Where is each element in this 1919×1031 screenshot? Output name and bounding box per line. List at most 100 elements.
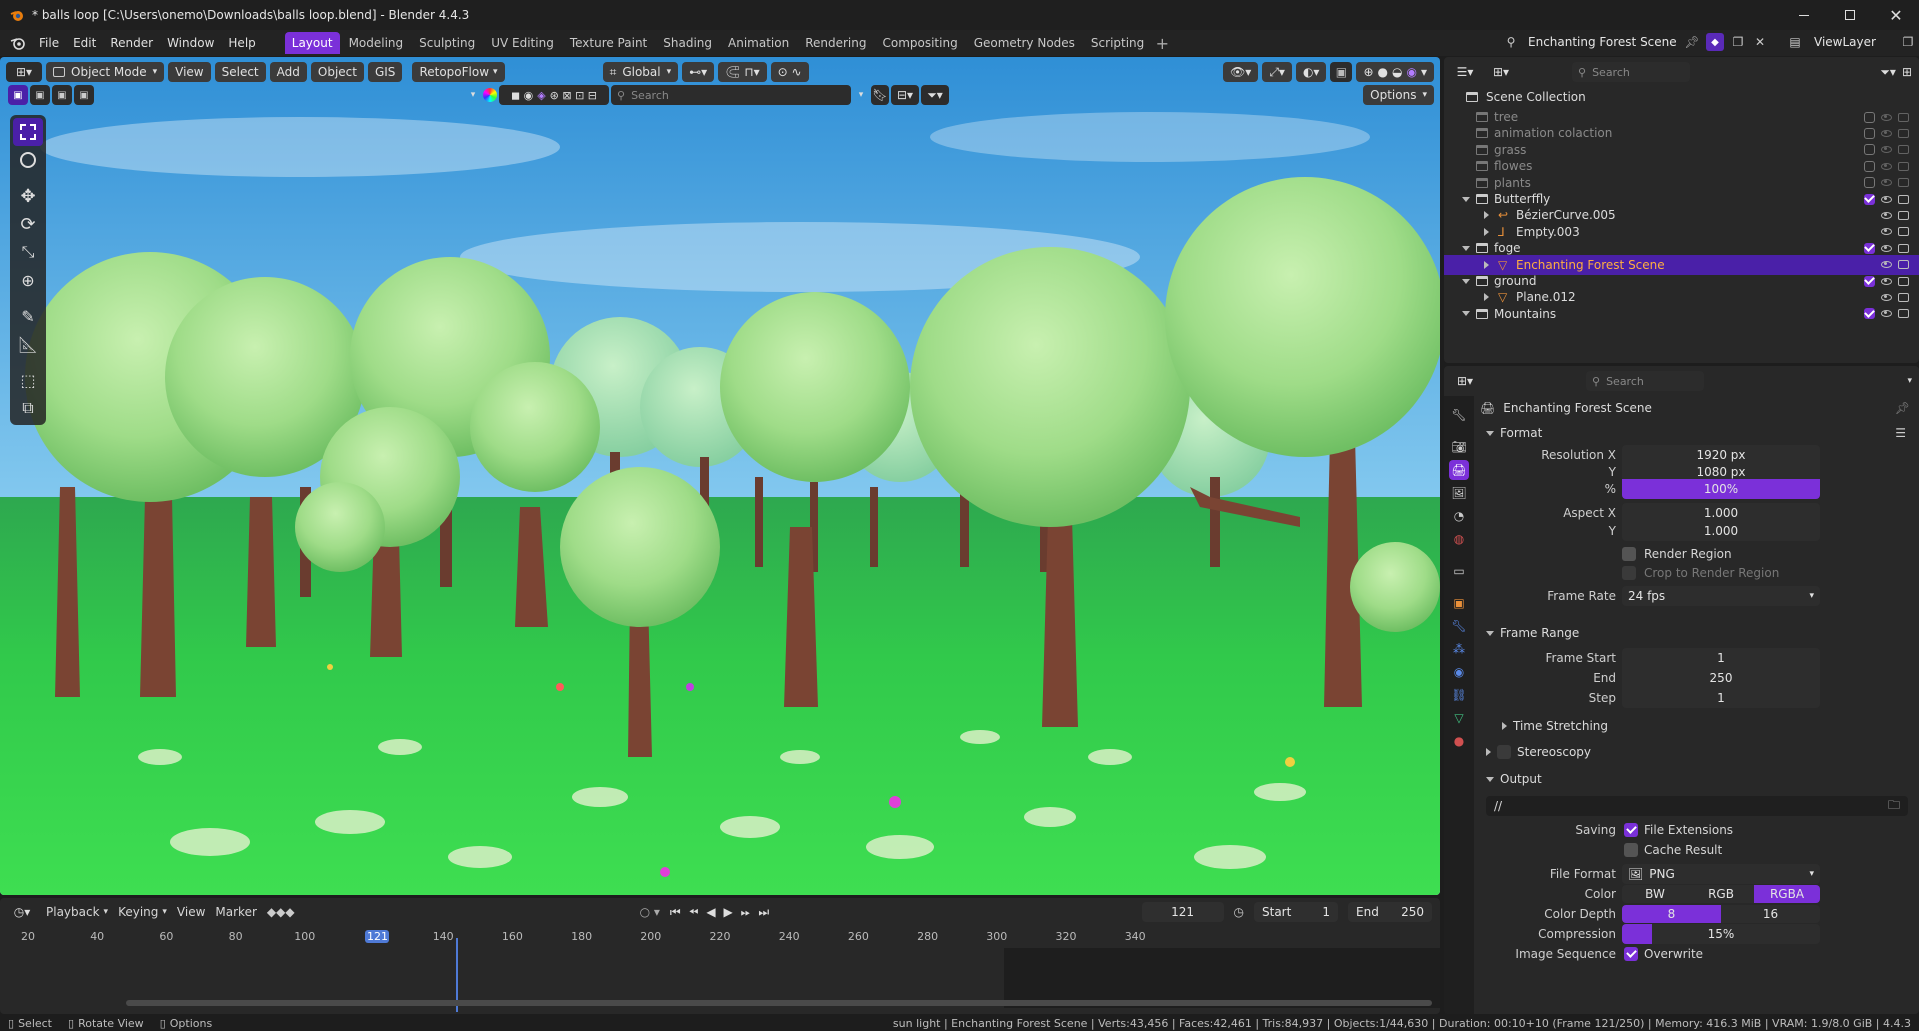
depth-8-option[interactable]: 8 xyxy=(1622,905,1721,923)
visibility-eye-icon[interactable] xyxy=(1881,244,1892,252)
maximize-icon[interactable] xyxy=(1827,0,1873,30)
delete-scene-icon[interactable]: ✕ xyxy=(1752,35,1768,49)
visibility-eye-icon[interactable] xyxy=(1881,228,1892,236)
editor-type-icon[interactable]: ⊞▾ xyxy=(6,62,42,82)
outliner-search-field[interactable]: ⚲ Search xyxy=(1572,62,1690,82)
render-region-checkbox[interactable] xyxy=(1622,547,1636,561)
aspect-x-field[interactable]: 1.000 xyxy=(1622,503,1820,523)
scale-tool-icon[interactable]: ⤡ xyxy=(13,238,43,266)
end-frame-field[interactable]: End 250 xyxy=(1348,902,1432,922)
select-extend-icon[interactable]: ▣ xyxy=(30,85,50,105)
exclude-checkbox[interactable] xyxy=(1864,242,1875,254)
workspace-tab-shading[interactable]: Shading xyxy=(656,32,719,54)
bookmark-icon[interactable]: 🔖︎ xyxy=(871,85,889,105)
stereoscopy-panel-header[interactable]: Stereoscopy xyxy=(1486,742,1906,762)
file-format-dropdown[interactable]: 🖼︎ PNG ▾ xyxy=(1622,864,1820,884)
new-scene-icon[interactable]: ❐ xyxy=(1730,35,1746,49)
pivot-point-icon[interactable]: ⊷▾ xyxy=(682,62,715,82)
properties-search-field[interactable]: ⚲ Search xyxy=(1586,371,1704,391)
resolution-percent-slider[interactable]: 100% xyxy=(1622,479,1820,499)
display-mode-icon[interactable]: ⊞▾ xyxy=(1486,65,1516,79)
visibility-eye-icon[interactable] xyxy=(1881,146,1892,154)
render-camera-icon[interactable] xyxy=(1898,145,1909,155)
workspace-tab-texture-paint[interactable]: Texture Paint xyxy=(563,32,654,54)
physics-tab-icon[interactable]: ◉ xyxy=(1449,662,1469,682)
folder-icon[interactable]: 🗀 xyxy=(1888,796,1900,817)
exclude-checkbox[interactable] xyxy=(1864,160,1875,172)
aspect-y-field[interactable]: 1.000 xyxy=(1622,521,1820,541)
jump-keyframe-forward-icon[interactable]: ⏩︎ xyxy=(741,905,751,920)
outliner-editor-type-icon[interactable]: ☰▾ xyxy=(1450,65,1480,79)
select-subtract-icon[interactable]: ▣ xyxy=(52,85,72,105)
minimize-icon[interactable] xyxy=(1781,0,1827,30)
object-menu[interactable]: Object xyxy=(310,62,364,82)
workspace-tab-sculpting[interactable]: Sculpting xyxy=(412,32,482,54)
close-icon[interactable]: ✕ xyxy=(1873,0,1919,30)
workspace-tab-modeling[interactable]: Modeling xyxy=(342,32,411,54)
color-bw-option[interactable]: BW xyxy=(1622,885,1688,903)
outliner-row[interactable]: Mountains xyxy=(1444,304,1919,324)
output-panel-header[interactable]: Output xyxy=(1486,768,1906,790)
retopoflow-menu[interactable]: RetopoFlow ▾ xyxy=(412,62,505,82)
play-icon[interactable]: ▶ xyxy=(724,905,733,919)
gizmo-icon[interactable]: ⤢▾ xyxy=(1262,62,1292,82)
timeline-view-menu[interactable]: View xyxy=(177,905,205,919)
new-collection-icon[interactable]: ⊞ xyxy=(1902,65,1912,79)
menu-window[interactable]: Window xyxy=(160,32,221,54)
format-panel-header[interactable]: Format ☰ xyxy=(1486,422,1906,444)
view-layer-icon[interactable]: ▤ xyxy=(1782,35,1808,49)
rotate-tool-icon[interactable]: ⟳ xyxy=(13,210,43,238)
current-frame-indicator[interactable]: 121 xyxy=(365,930,390,943)
exclude-checkbox[interactable] xyxy=(1864,308,1875,320)
data-tab-icon[interactable]: ▽ xyxy=(1449,708,1469,728)
resolution-x-field[interactable]: 1920 px xyxy=(1622,445,1820,465)
move-tool-icon[interactable]: ✥ xyxy=(13,182,43,210)
frame-range-panel-header[interactable]: Frame Range xyxy=(1486,622,1906,644)
modifier-tab-icon[interactable]: 🔧︎ xyxy=(1449,616,1469,636)
blender-menu-icon[interactable] xyxy=(4,32,32,54)
add-workspace-icon[interactable]: + xyxy=(1151,32,1173,54)
proportional-edit-icon[interactable]: ⊙ ∿ xyxy=(770,62,809,82)
scene-name[interactable]: Enchanting Forest Scene xyxy=(1528,35,1678,49)
filter-icon[interactable]: ⏷▾ xyxy=(921,85,949,105)
material-tab-icon[interactable]: ● xyxy=(1449,731,1469,751)
playback-menu[interactable]: Playback ▾ xyxy=(46,905,108,919)
timeline-scrollbar[interactable] xyxy=(126,1000,1432,1006)
select-box-mode-icon[interactable]: ▣ xyxy=(8,85,28,105)
exclude-checkbox[interactable] xyxy=(1864,275,1875,287)
expanded-icon[interactable] xyxy=(1462,245,1470,251)
visibility-eye-icon[interactable] xyxy=(1881,211,1892,219)
transform-tool-icon[interactable]: ⊕ xyxy=(13,266,43,294)
collapsed-icon[interactable] xyxy=(1484,293,1489,302)
visibility-eye-icon[interactable] xyxy=(1881,261,1892,269)
frame-end-field[interactable]: 250 xyxy=(1622,668,1820,688)
render-camera-icon[interactable] xyxy=(1898,112,1909,122)
constraints-tab-icon[interactable]: ⛓︎ xyxy=(1449,685,1469,705)
render-camera-icon[interactable] xyxy=(1898,128,1909,138)
annotate-tool-icon[interactable]: ✎ xyxy=(13,302,43,330)
collapsed-icon[interactable] xyxy=(1484,211,1489,220)
properties-editor-type-icon[interactable]: ⊞▾ xyxy=(1450,374,1480,388)
frame-step-field[interactable]: 1 xyxy=(1622,688,1820,708)
gis-menu[interactable]: GIS xyxy=(367,62,403,82)
workspace-tab-layout[interactable]: Layout xyxy=(284,32,340,54)
render-camera-icon[interactable] xyxy=(1898,178,1909,188)
add-menu[interactable]: Add xyxy=(269,62,307,82)
visibility-eye-icon[interactable] xyxy=(1881,129,1892,137)
workspace-tab-animation[interactable]: Animation xyxy=(721,32,796,54)
crop-region-checkbox[interactable] xyxy=(1622,566,1636,580)
menu-render[interactable]: Render xyxy=(103,32,160,54)
collection-tab-icon[interactable]: ▭ xyxy=(1449,561,1469,581)
keyframe-nav-icon[interactable]: ◆◆◆ xyxy=(267,905,295,919)
particles-tab-icon[interactable]: ⁂ xyxy=(1449,639,1469,659)
collapsed-icon[interactable] xyxy=(1484,260,1489,269)
scene-data-icon[interactable]: ⚲ xyxy=(1500,32,1522,52)
menu-file[interactable]: File xyxy=(32,32,66,54)
jump-end-icon[interactable]: ⏭ xyxy=(758,905,769,920)
select-box-tool-icon[interactable] xyxy=(13,118,43,146)
select-invert-icon[interactable]: ▣ xyxy=(74,85,94,105)
add-cube-tool-icon[interactable]: ⬚ xyxy=(13,366,43,394)
orientation-selector[interactable]: ⌗ Global ▾ xyxy=(602,62,679,82)
presets-icon[interactable]: ☰ xyxy=(1895,426,1906,440)
xray-icon[interactable]: ▣ xyxy=(1330,62,1353,82)
